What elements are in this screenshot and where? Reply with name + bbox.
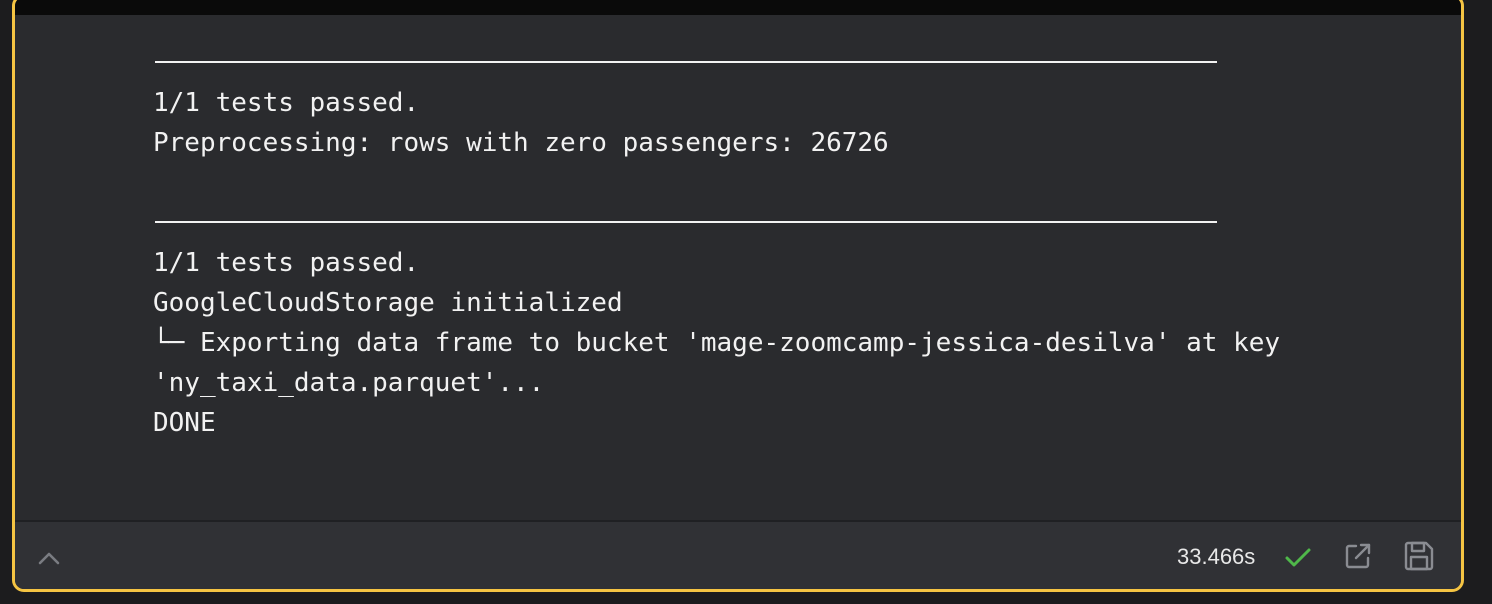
output-separator — [155, 221, 1217, 223]
code-block-output: 1/1 tests passed. Preprocessing: rows wi… — [12, 0, 1464, 592]
chevron-up-icon — [38, 552, 60, 565]
check-icon — [1285, 548, 1311, 567]
collapse-output-button[interactable] — [35, 544, 63, 572]
output-line: 'ny_taxi_data.parquet'... — [153, 368, 545, 398]
open-output-button[interactable] — [1342, 540, 1374, 572]
output-line: 1/1 tests passed. — [153, 248, 420, 278]
block-top-bar — [15, 0, 1461, 15]
output-panel: 1/1 tests passed. Preprocessing: rows wi… — [15, 15, 1461, 518]
status-success — [1283, 542, 1313, 572]
output-separator — [155, 61, 1217, 63]
output-line: Preprocessing: rows with zero passengers… — [153, 128, 889, 158]
block-footer: 33.466s — [15, 520, 1461, 589]
output-line: └─ Exporting data frame to bucket 'mage-… — [153, 328, 1281, 358]
save-icon — [1404, 541, 1434, 571]
save-output-button[interactable] — [1402, 539, 1436, 573]
execution-time: 33.466s — [1177, 544, 1256, 569]
output-line: 1/1 tests passed. — [153, 88, 420, 118]
external-link-icon — [1345, 543, 1371, 569]
output-line: GoogleCloudStorage initialized — [153, 288, 623, 318]
output-line: DONE — [153, 408, 216, 438]
